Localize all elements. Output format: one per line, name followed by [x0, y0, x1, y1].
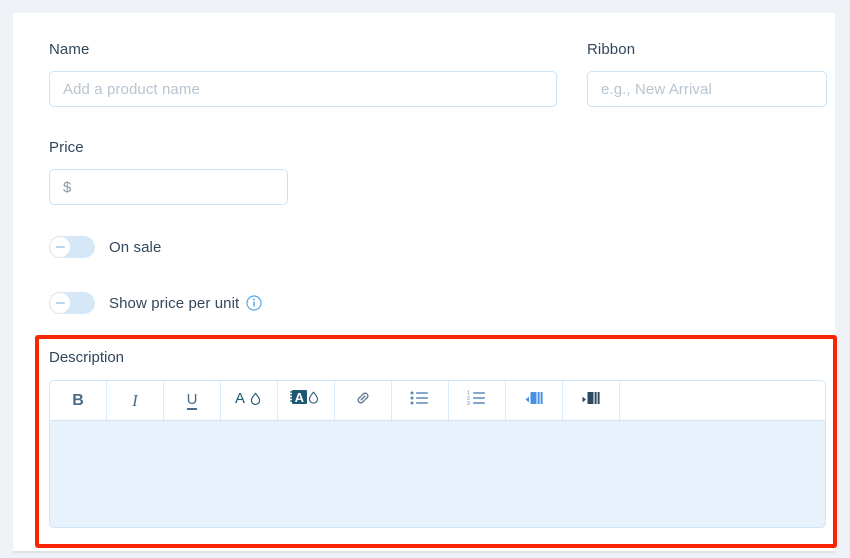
on-sale-label: On sale: [109, 238, 162, 256]
toggle-off-dash-icon: [55, 302, 65, 304]
currency-prefix: $: [63, 178, 72, 196]
name-field-label: Name: [49, 41, 90, 58]
price-field-label: Price: [49, 139, 84, 156]
toggle-knob: [49, 292, 71, 314]
description-highlight-annotation: [35, 335, 837, 548]
on-sale-toggle-row[interactable]: On sale: [49, 235, 161, 259]
info-circle-icon[interactable]: [246, 295, 262, 311]
toggle-off-dash-icon: [55, 246, 65, 248]
show-price-per-unit-label: Show price per unit: [109, 294, 240, 312]
ribbon-field-label: Ribbon: [587, 41, 636, 58]
price-input[interactable]: $: [49, 169, 288, 205]
show-price-per-unit-toggle[interactable]: [49, 292, 95, 314]
product-form-card: Name Add a product name Ribbon e.g., New…: [13, 13, 837, 552]
toggle-knob: [49, 236, 71, 258]
name-input[interactable]: Add a product name: [49, 71, 557, 107]
ribbon-input[interactable]: e.g., New Arrival: [587, 71, 827, 107]
show-price-per-unit-toggle-row[interactable]: Show price per unit: [49, 291, 262, 315]
on-sale-toggle[interactable]: [49, 236, 95, 258]
page-bottom-divider: [13, 551, 835, 553]
